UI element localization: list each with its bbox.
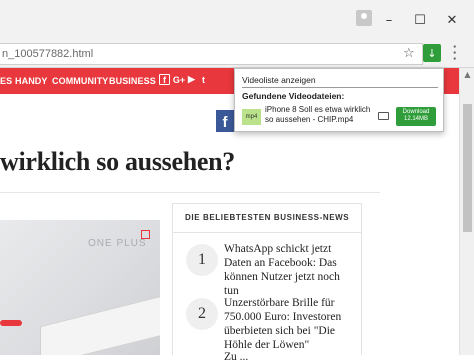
youtube-icon[interactable]: ▶ <box>186 74 197 85</box>
profile-icon[interactable] <box>356 10 372 26</box>
news-rank: 2 <box>186 298 218 330</box>
nav-item-business[interactable]: BUSINESS <box>109 76 156 86</box>
browser-menu-icon[interactable]: · · · <box>452 40 458 65</box>
found-videos-heading: Gefundene Videodateien: <box>242 91 345 101</box>
sidebar-divider <box>173 232 361 233</box>
scroll-up-arrow-icon[interactable]: ▲ <box>460 70 474 79</box>
nav-item-community[interactable]: COMMUNITY <box>52 76 108 86</box>
url-text[interactable]: n_100577882.html <box>2 48 93 60</box>
video-downloader-extension-icon[interactable]: ↓ <box>423 44 441 62</box>
phone-illustration <box>40 293 160 355</box>
download-size: 12.14MB <box>403 116 428 122</box>
cast-icon[interactable] <box>378 112 389 120</box>
image-accent <box>0 320 22 326</box>
article-headline: wirklich so aussehen? <box>0 147 235 176</box>
news-rank: 1 <box>186 244 218 276</box>
download-label: Download <box>402 109 430 115</box>
facebook-icon[interactable]: f <box>159 74 170 85</box>
video-file-name: iPhone 8 Soll es etwa wirklich so ausseh… <box>265 105 371 124</box>
news-link[interactable]: WhatsApp schickt jetzt Daten an Facebook… <box>224 242 356 298</box>
close-button[interactable]: ✕ <box>440 8 464 32</box>
page-scrollbar[interactable]: ▲ <box>459 68 474 355</box>
address-bar[interactable]: n_100577882.html ☆ <box>0 43 423 65</box>
google-plus-icon[interactable]: G+ <box>172 74 186 85</box>
minimize-button[interactable]: – <box>377 8 401 32</box>
facebook-share-icon[interactable]: f <box>216 110 234 132</box>
nav-item-handy[interactable]: HANDY <box>15 76 48 86</box>
popular-news-sidebar: DIE BELIEBTESTEN BUSINESS-NEWS 1 WhatsAp… <box>172 203 362 363</box>
browser-toolbar: n_100577882.html ☆ ↓ · · · <box>0 40 474 68</box>
sidebar-title: DIE BELIEBTESTEN BUSINESS-NEWS <box>185 213 350 222</box>
mp4-file-icon: mp4 <box>242 109 261 125</box>
image-gallery-icon[interactable] <box>141 230 150 239</box>
maximize-button[interactable]: ☐ <box>408 8 432 32</box>
news-link[interactable]: Unzerstörbare Brille für 750.000 Euro: I… <box>224 296 356 352</box>
twitter-icon[interactable]: t <box>198 74 209 85</box>
image-brand-text: ONE PLUS <box>88 238 147 249</box>
popup-divider <box>242 87 438 88</box>
news-link[interactable]: Zu ... <box>224 350 356 364</box>
scroll-thumb[interactable] <box>463 104 472 232</box>
article-image: ONE PLUS <box>0 220 160 355</box>
browser-title-bar: – ☐ ✕ <box>0 0 474 40</box>
download-button[interactable]: Download 12.14MB <box>396 107 436 126</box>
video-downloader-popup: Videoliste anzeigen Gefundene Videodatei… <box>234 68 444 132</box>
show-video-list-link[interactable]: Videoliste anzeigen <box>242 75 316 85</box>
divider <box>0 192 380 193</box>
nav-item-es[interactable]: ES <box>0 76 12 86</box>
bookmark-star-icon[interactable]: ☆ <box>403 46 415 61</box>
